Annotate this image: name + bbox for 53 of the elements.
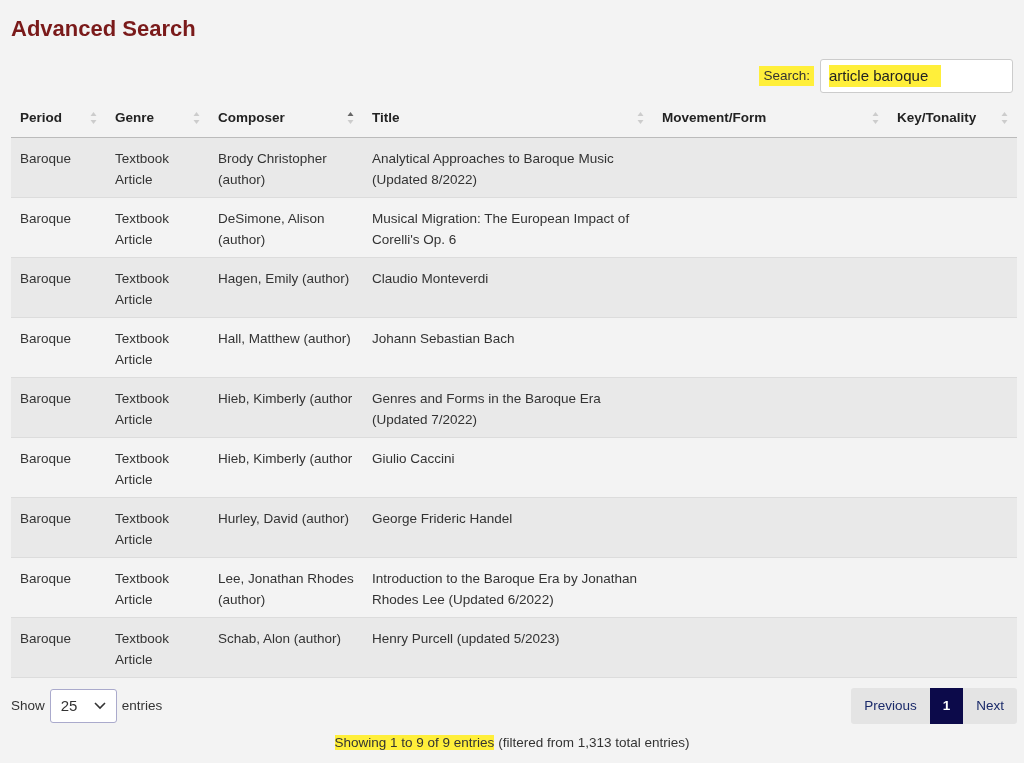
pagination-button[interactable]: Previous xyxy=(851,688,930,725)
table-cell: George Frideric Handel xyxy=(372,511,513,527)
table-cell: Musical Migration: The European Impact of Corelli's Op. 6 xyxy=(372,211,630,248)
table-cell: Brody Christopher (author) xyxy=(218,151,327,188)
chevron-down-icon xyxy=(93,702,106,711)
table-cell: Schab, Alon (author) xyxy=(218,631,342,647)
page-title: Advanced Search xyxy=(11,15,197,43)
table-cell: Lee, Jonathan Rhodes (author) xyxy=(218,571,354,608)
table-cell: Baroque xyxy=(20,631,72,647)
column-header[interactable]: Key/Tonality xyxy=(888,99,1017,138)
table-cell: Baroque xyxy=(20,271,72,287)
page-button[interactable]: 1 xyxy=(929,688,964,725)
table-cell: Introduction to the Baroque Era by Jonathan Rhodes Lee (Updated 6/2022) xyxy=(372,571,637,608)
table-cell: Hagen, Emily (author) xyxy=(218,271,350,287)
table-cell: Baroque xyxy=(20,331,72,347)
table-cell: Baroque xyxy=(20,151,72,167)
table-cell: Baroque xyxy=(20,211,72,227)
table-cell: Hall, Matthew (author) xyxy=(218,331,351,347)
entries-info: Showing 1 to 9 of 9 entries (filtered from 1,313 total entries) xyxy=(333,734,691,753)
pagination-button[interactable]: Next xyxy=(963,688,1017,725)
column-header[interactable]: Period xyxy=(11,99,106,138)
table-cell: Textbook Article xyxy=(115,211,170,248)
table-cell: Hieb, Kimberly (author xyxy=(218,451,353,467)
table-cell: Baroque xyxy=(20,451,72,467)
page-size-select[interactable]: 25 xyxy=(49,689,117,724)
table-cell: Henry Purcell (updated 5/2023) xyxy=(372,631,560,647)
table-cell: Textbook Article xyxy=(115,271,170,308)
table-cell: Textbook Article xyxy=(115,631,170,668)
table-cell: Baroque xyxy=(20,511,72,527)
table-cell: Textbook Article xyxy=(115,151,170,188)
table-cell: Baroque xyxy=(20,571,72,587)
table-cell: Textbook Article xyxy=(115,451,170,488)
table-cell: Textbook Article xyxy=(115,331,170,368)
search-label: Search: xyxy=(759,65,814,87)
column-header[interactable]: Composer xyxy=(209,99,363,138)
table-cell: Analytical Approaches to Baroque Music (Updated 8/2022) xyxy=(372,151,614,188)
table-cell: Genres and Forms in the Baroque Era (Updated 7/2022) xyxy=(372,391,601,428)
column-header[interactable]: Genre xyxy=(106,99,209,138)
table-cell: DeSimone, Alison (author) xyxy=(218,211,325,248)
table-cell: Claudio Monteverdi xyxy=(372,271,489,287)
table-cell: Johann Sebastian Bach xyxy=(372,331,515,347)
table-cell: Baroque xyxy=(20,391,72,407)
table-cell: Giulio Caccini xyxy=(372,451,455,467)
column-header[interactable]: Movement/Form xyxy=(653,99,888,138)
table-cell: Textbook Article xyxy=(115,391,170,428)
table-cell: Hurley, David (author) xyxy=(218,511,350,527)
column-header[interactable]: Title xyxy=(363,99,653,138)
search-field[interactable]: article baroque xyxy=(820,59,1013,93)
table-cell: Hieb, Kimberly (author xyxy=(218,391,353,407)
show-label: Show xyxy=(11,697,45,716)
table-cell: Textbook Article xyxy=(115,511,170,548)
entries-label: entries xyxy=(121,697,163,716)
table-cell: Textbook Article xyxy=(115,571,170,608)
